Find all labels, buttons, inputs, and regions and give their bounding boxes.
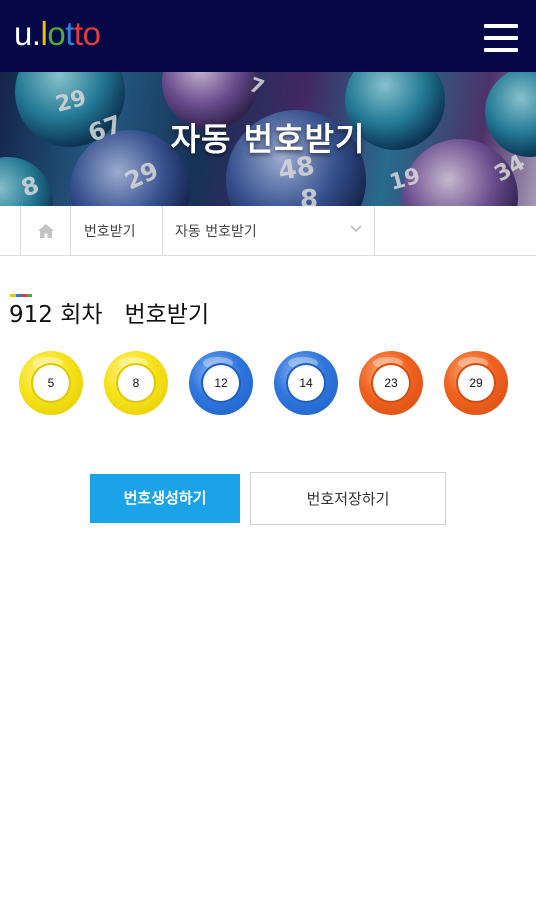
save-numbers-button[interactable]: 번호저장하기 [250,472,446,525]
ball-number: 8 [132,376,140,390]
lotto-ball: 12 [189,351,253,415]
ball-number: 29 [469,376,483,390]
page-title: 자동 번호받기 [170,120,366,158]
lotto-ball: 29 [444,351,508,415]
home-icon [37,223,54,238]
breadcrumb-item-label: 자동 번호받기 [175,223,257,240]
logo-letter: o [82,15,101,52]
breadcrumb: 번호받기 자동 번호받기 [0,206,536,256]
logo-letter: . [31,15,41,52]
lotto-ball: 8 [104,351,168,415]
hamburger-menu-icon[interactable] [484,24,518,52]
breadcrumb-dropdown[interactable]: 자동 번호받기 [162,206,375,255]
generate-numbers-button[interactable]: 번호생성하기 [90,474,240,523]
section-accent-bar [10,294,32,297]
ball-number: 23 [384,376,398,390]
breadcrumb-item-receive-numbers[interactable]: 번호받기 [70,206,162,255]
logo-letter: l [40,15,48,52]
breadcrumb-home[interactable] [20,206,70,255]
logo-letter: t [65,15,74,52]
ball-number: 12 [214,376,228,390]
lotto-ball: 5 [19,351,83,415]
lotto-ball: 23 [359,351,423,415]
round-title: 912 회차 번호받기 [9,302,210,328]
ball-number: 14 [299,376,313,390]
chevron-down-icon [350,225,362,233]
top-bar: u.lotto [0,0,536,72]
logo[interactable]: u.lotto [14,14,101,54]
lotto-ball: 14 [274,351,338,415]
logo-letter: o [47,15,66,52]
logo-letter: u [14,15,32,52]
breadcrumb-item-label: 번호받기 [84,223,136,240]
logo-letter: t [73,15,83,52]
ball-number: 5 [47,376,55,390]
hero-banner: 29 67 29 48 8 7 19 34 8 자동 번호받기 [0,72,536,206]
